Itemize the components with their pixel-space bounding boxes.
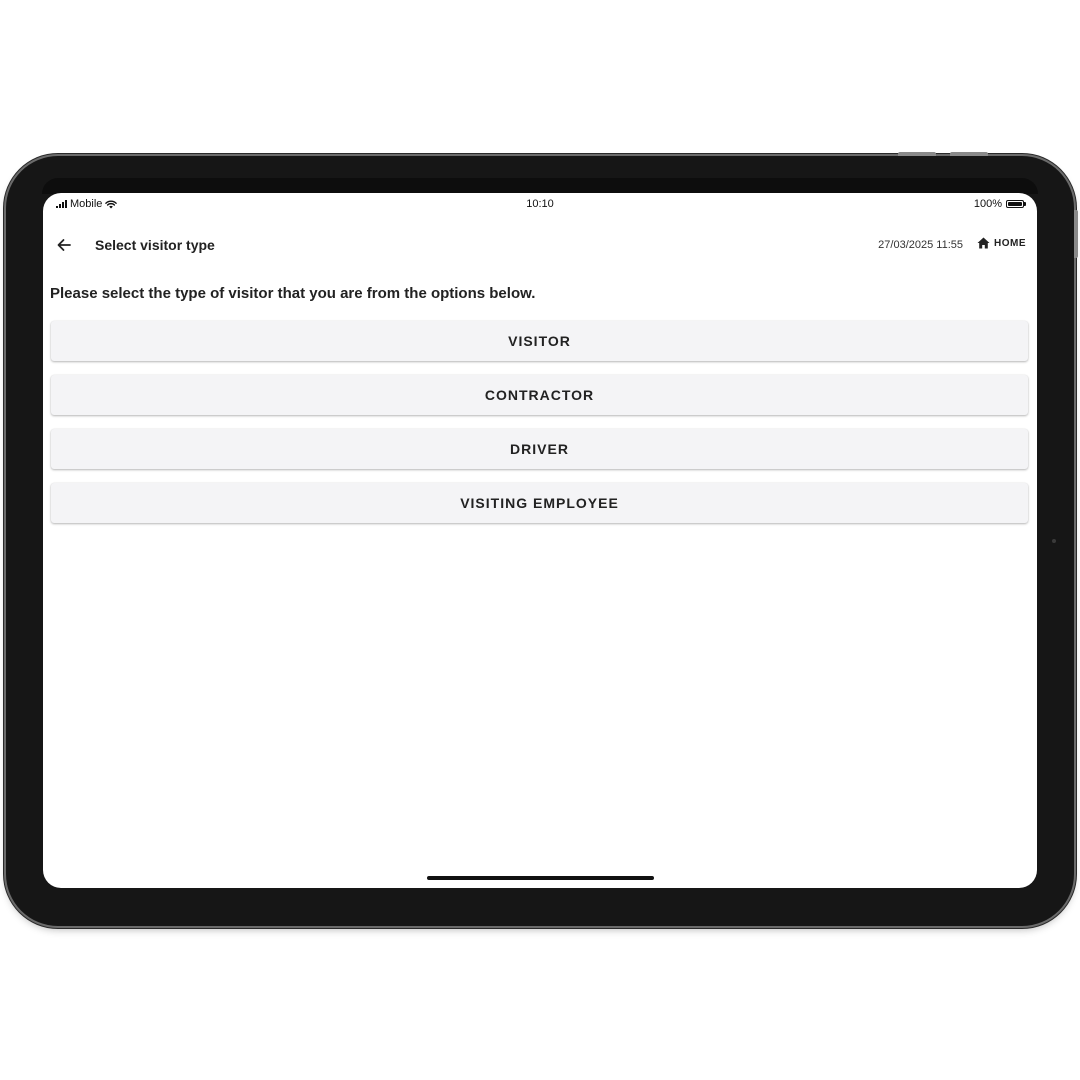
status-bar: Mobile 10:10 100%: [43, 193, 1037, 215]
home-indicator[interactable]: [427, 876, 654, 880]
home-icon: [977, 237, 990, 249]
option-driver-button[interactable]: DRIVER: [51, 429, 1028, 469]
status-time: 10:10: [526, 198, 554, 210]
screen: Mobile 10:10 100% Select visitor type 27…: [43, 193, 1037, 888]
status-right: 100%: [973, 198, 1026, 210]
side-button: [1074, 210, 1078, 258]
top-bezel: [42, 178, 1038, 194]
battery-percent: 100%: [973, 198, 1002, 210]
option-contractor-button[interactable]: CONTRACTOR: [51, 375, 1028, 415]
page-title: Select visitor type: [95, 237, 215, 253]
stage: Mobile 10:10 100% Select visitor type 27…: [0, 0, 1080, 1080]
option-visitor-button[interactable]: VISITOR: [51, 321, 1028, 361]
app-header: Select visitor type 27/03/2025 11:55 HOM…: [43, 226, 1037, 264]
home-button[interactable]: HOME: [977, 237, 1026, 249]
instructions-text: Please select the type of visitor that y…: [50, 285, 536, 302]
battery-icon: [1006, 200, 1026, 208]
option-visiting-employee-button[interactable]: VISITING EMPLOYEE: [51, 483, 1028, 523]
arrow-left-icon: [57, 239, 71, 251]
visitor-type-options: VISITOR CONTRACTOR DRIVER VISITING EMPLO…: [51, 321, 1028, 537]
volume-button: [898, 152, 936, 156]
back-button[interactable]: [53, 234, 75, 256]
power-button: [950, 152, 988, 156]
header-datetime: 27/03/2025 11:55: [878, 239, 963, 251]
camera-dot: [1052, 539, 1056, 543]
home-label: HOME: [994, 237, 1026, 249]
